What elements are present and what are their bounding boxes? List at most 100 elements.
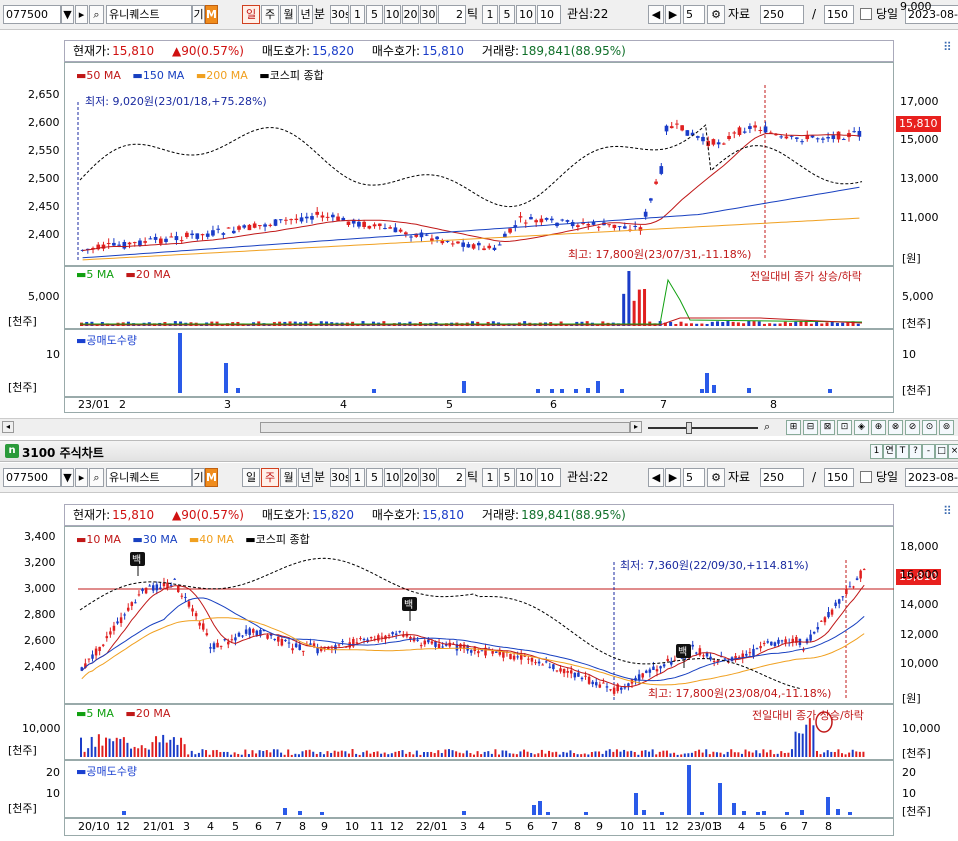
top-volume-bar <box>674 323 678 326</box>
bottom-volume-bar <box>240 754 243 757</box>
bottom-candle <box>809 634 812 641</box>
top-candle <box>294 218 299 221</box>
bottom-volume-bar <box>308 749 311 757</box>
bottom-volume-bar <box>637 754 640 757</box>
bottom-volume-bar <box>140 745 143 757</box>
bottom-volume-bar <box>355 753 358 757</box>
bottom-volume-bar <box>440 753 443 757</box>
bottom-volume-bar <box>848 752 851 757</box>
bottom-candle <box>559 668 562 672</box>
top-candle <box>763 126 768 133</box>
bottom-short-bar <box>826 797 830 815</box>
bottom-volume-bar <box>208 754 211 757</box>
bottom-candle <box>609 689 612 691</box>
bottom-volume-bar <box>251 750 254 757</box>
top-candle <box>659 166 664 174</box>
top-short-bar <box>574 389 578 393</box>
bottom-candle <box>284 639 287 642</box>
bottom-volume-bar <box>548 750 551 757</box>
top-candle <box>112 242 116 246</box>
bottom-candle <box>537 661 541 664</box>
bottom-volume-bar <box>369 753 372 757</box>
bottom-volume-bar <box>165 742 168 757</box>
bottom-short-bar <box>848 812 852 815</box>
bottom-volume-bar <box>97 734 100 757</box>
bottom-volume-bar <box>673 752 676 757</box>
top-volume-bar <box>768 323 772 326</box>
bottom-volume-bar <box>330 752 333 757</box>
top-candle <box>289 219 293 221</box>
top-candle <box>195 233 200 239</box>
top-candle <box>325 216 330 218</box>
top-vol-ma5-line <box>80 278 863 325</box>
top-volume-bar <box>762 323 766 326</box>
bottom-volume-bar <box>694 751 697 757</box>
bottom-volume-bar <box>169 739 172 757</box>
bottom-volume-bar <box>633 752 636 757</box>
bottom-candle <box>648 669 652 673</box>
bottom-candle <box>480 650 484 652</box>
top-candle <box>722 143 726 145</box>
bottom-candle <box>580 677 584 680</box>
bottom-volume-bar <box>133 746 136 757</box>
bottom-volume-bar <box>787 752 790 757</box>
bottom-volume-bar <box>176 744 179 757</box>
bottom-candle <box>230 639 234 641</box>
bottom-short-bar <box>532 805 536 815</box>
bottom-volume-bar <box>419 754 422 757</box>
bottom-volume-bar <box>773 754 776 757</box>
bottom-candle <box>695 652 698 654</box>
top-candle <box>377 223 382 227</box>
bottom-candle <box>477 651 480 654</box>
bottom-candle <box>416 639 419 641</box>
top-candle <box>143 241 147 243</box>
bottom-candle <box>355 642 359 644</box>
bottom-volume-bar <box>301 751 304 757</box>
bottom-volume-bar <box>551 752 554 757</box>
bottom-volume-bar <box>408 751 411 757</box>
bottom-short-bar <box>718 783 722 815</box>
top-candle <box>153 236 158 240</box>
top-candle <box>435 236 439 240</box>
bottom-volume-bar <box>247 754 250 757</box>
bottom-candle <box>562 668 566 674</box>
bottom-candle <box>827 612 830 618</box>
bottom-candle <box>309 643 312 645</box>
bottom-volume-bar <box>397 751 400 757</box>
bottom-candle <box>712 661 716 663</box>
bottom-volume-bar <box>469 753 472 757</box>
bottom-volume-bar <box>505 750 508 757</box>
top-candle <box>179 240 184 242</box>
top-candle <box>211 230 215 236</box>
bottom-candle <box>662 664 666 667</box>
bottom-candle <box>527 658 530 660</box>
bottom-volume-bar <box>337 751 340 757</box>
bottom-volume-bar <box>598 751 601 757</box>
bottom-candle <box>151 585 155 591</box>
top-candle <box>727 135 731 140</box>
top-short-bar <box>712 385 716 393</box>
bottom-candle <box>834 602 837 607</box>
bottom-volume-bar <box>358 754 361 757</box>
top-candle <box>148 238 153 240</box>
bottom-candle <box>509 653 512 660</box>
top-volume-bar <box>710 321 714 326</box>
bottom-candle <box>820 620 823 622</box>
top-candle <box>388 227 393 229</box>
top-candle <box>482 248 486 251</box>
top-candle <box>216 228 220 230</box>
bottom-volume-bar <box>776 753 779 757</box>
bottom-candle <box>841 596 845 598</box>
bottom-volume-bar <box>430 751 433 757</box>
top-candle <box>523 222 528 224</box>
top-candle <box>748 126 752 129</box>
top-candle <box>273 219 278 226</box>
top-volume-bar <box>809 323 813 326</box>
bottom-candle <box>555 670 559 672</box>
bottom-volume-bar <box>580 754 583 757</box>
bottom-volume-bar <box>501 750 504 757</box>
bottom-volume-bar <box>615 749 618 757</box>
bottom-candle <box>176 585 180 592</box>
top-short-bar <box>536 389 540 393</box>
top-candle <box>258 225 262 227</box>
